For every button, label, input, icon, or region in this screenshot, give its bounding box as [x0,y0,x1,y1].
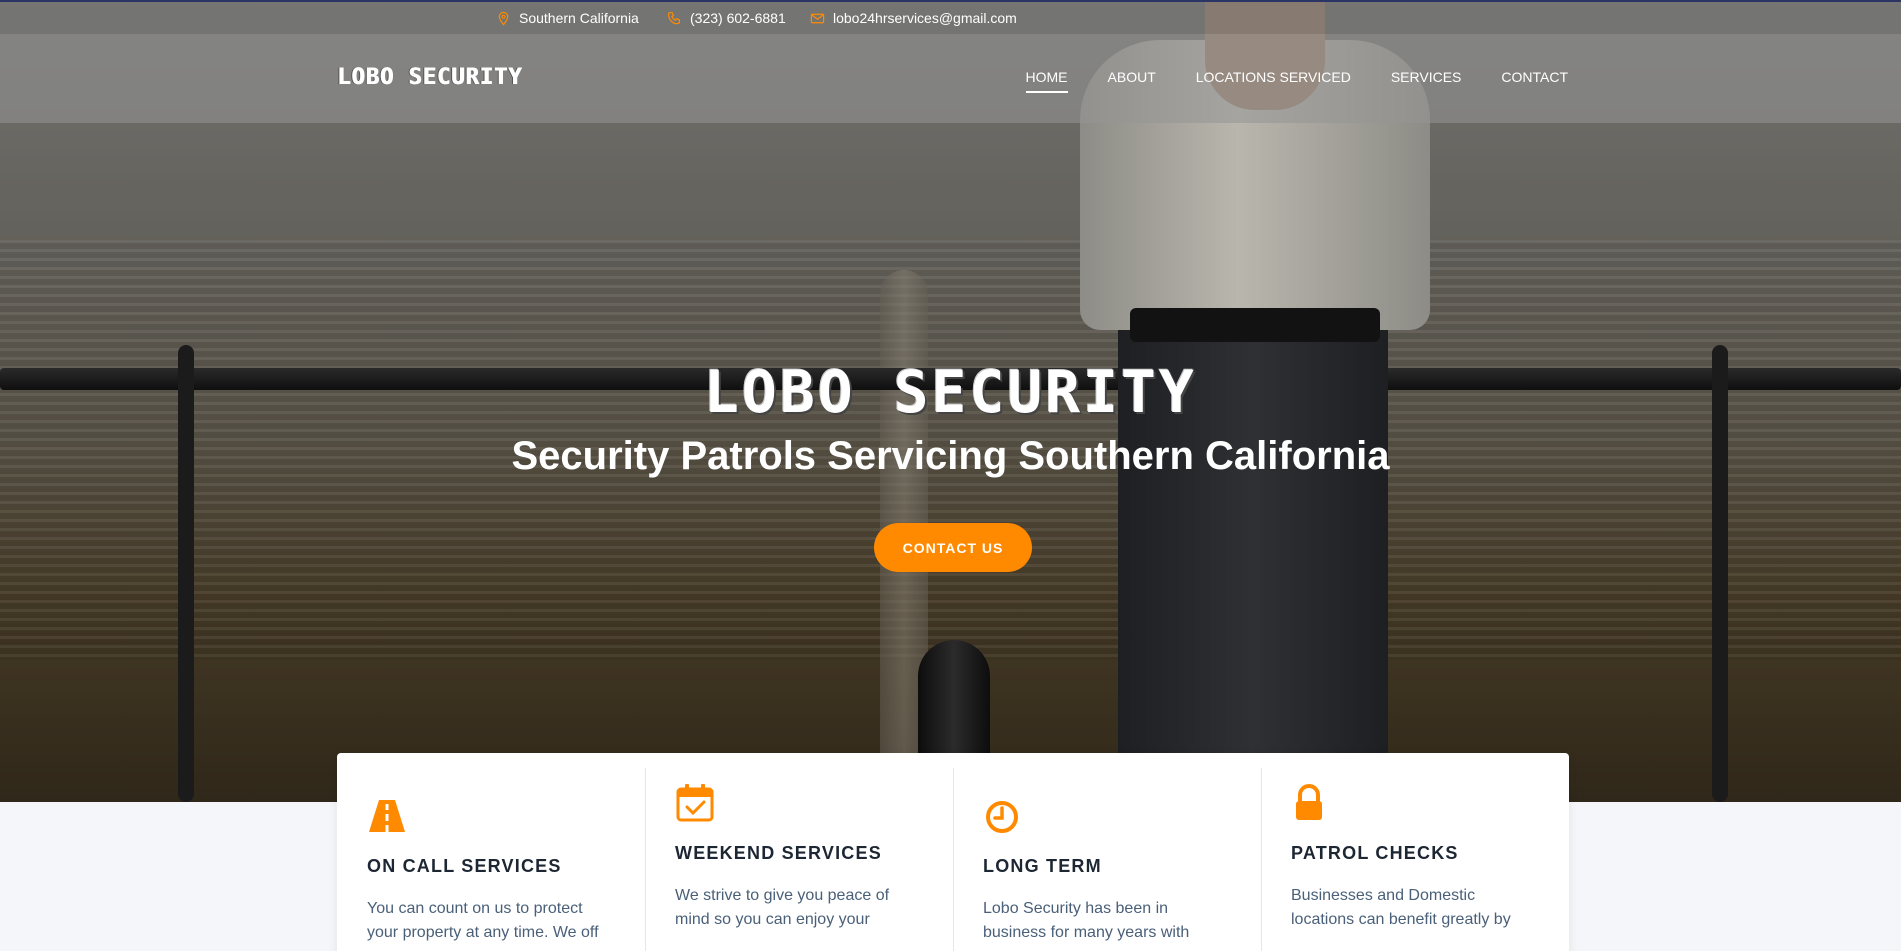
feature-text: You can count on us to protect your prop… [367,900,599,941]
topbar-email[interactable]: lobo24hrservices@gmail.com [810,10,1017,26]
feature-card-on-call: ON CALL SERVICES You can count on us to … [337,753,645,951]
topbar-email-text[interactable]: lobo24hrservices@gmail.com [833,10,1017,26]
feature-card-long-term: LONG TERM Lobo Security has been in busi… [953,753,1261,951]
nav-link-contact[interactable]: CONTACT [1501,69,1568,93]
topbar-location: Southern California [496,10,639,26]
feature-title: PATROL CHECKS [1291,843,1459,863]
site-logo[interactable]: LOBO SECURITY [337,65,522,90]
contact-us-button[interactable]: CONTACT US [874,523,1032,572]
envelope-icon [810,13,825,23]
topbar-location-text: Southern California [519,10,639,26]
main-navbar: LOBO SECURITY HOME ABOUT LOCATIONS SERVI… [0,34,1901,123]
feature-title: WEEKEND SERVICES [675,843,882,863]
features-panel: ON CALL SERVICES You can count on us to … [337,753,1569,951]
feature-card-weekend: WEEKEND SERVICES We strive to give you p… [645,753,953,951]
hero-title: LOBO SECURITY [704,358,1197,426]
feature-card-patrol-checks: PATROL CHECKS Businesses and Domestic lo… [1261,753,1569,951]
map-pin-icon [498,11,509,26]
hero-subtitle: Security Patrols Servicing Southern Cali… [511,434,1390,478]
feature-text: Businesses and Domestic locations can be… [1291,887,1511,928]
feature-text: We strive to give you peace of mind so y… [675,887,890,928]
feature-title: ON CALL SERVICES [367,856,562,876]
nav-link-services[interactable]: SERVICES [1391,69,1462,93]
clock-icon [986,801,1018,833]
topbar-phone-text[interactable]: (323) 602-6881 [690,10,786,26]
phone-icon [668,11,680,24]
nav-link-locations-serviced[interactable]: LOCATIONS SERVICED [1196,69,1351,93]
calendar-check-icon [676,784,714,822]
hero-background-officer [1130,308,1380,342]
lock-icon [1296,784,1322,820]
top-info-bar: Southern California (323) 602-6881 lobo2… [0,0,1901,34]
feature-title: LONG TERM [983,856,1102,876]
topbar-phone[interactable]: (323) 602-6881 [667,10,786,26]
nav-link-home[interactable]: HOME [1025,69,1068,93]
road-icon [369,800,405,832]
feature-text: Lobo Security has been in business for m… [983,900,1190,941]
nav-link-about[interactable]: ABOUT [1108,69,1156,93]
main-nav: HOME ABOUT LOCATIONS SERVICED SERVICES C… [1025,69,1568,93]
